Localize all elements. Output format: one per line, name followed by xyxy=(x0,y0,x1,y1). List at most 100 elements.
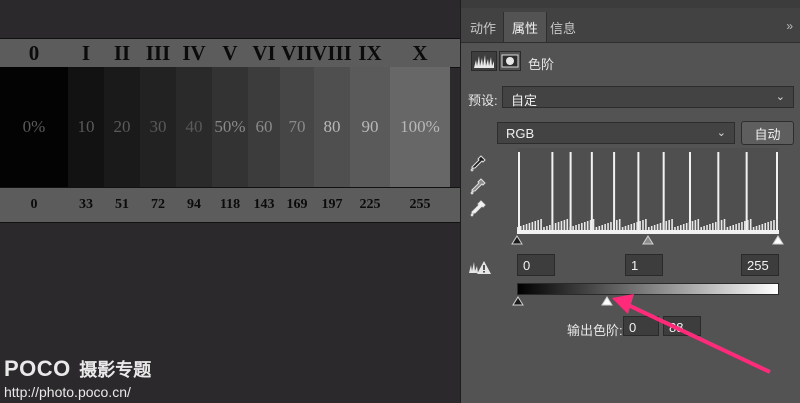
histogram-noise xyxy=(700,227,702,230)
roman-label-text: VIII xyxy=(312,40,352,65)
histogram-noise xyxy=(659,223,662,230)
white-point-eyedropper-icon[interactable] xyxy=(470,200,486,218)
value-label-text: 0 xyxy=(30,197,38,212)
histogram-noise xyxy=(630,224,633,230)
value-label-text: 94 xyxy=(187,197,201,212)
histogram-spike xyxy=(776,152,778,230)
value-label-text: 169 xyxy=(286,197,308,212)
roman-label: 0 xyxy=(0,39,68,67)
histogram-noise xyxy=(592,219,595,230)
histogram-noise xyxy=(674,227,676,230)
histogram-noise xyxy=(569,227,571,230)
tab-info[interactable]: 信息 xyxy=(550,18,576,37)
histogram-noise xyxy=(528,223,531,230)
histogram-noise xyxy=(578,224,580,230)
input-black-slider[interactable] xyxy=(511,235,523,245)
histogram-noise xyxy=(723,219,726,230)
roman-label-text: IV xyxy=(182,40,206,65)
panel-title-bar xyxy=(461,0,800,8)
histogram-spike xyxy=(662,152,665,230)
percent-label: 20 xyxy=(113,117,131,136)
percent-label: 0% xyxy=(22,117,46,136)
histogram-noise xyxy=(697,219,700,230)
histogram xyxy=(517,148,779,234)
preset-dropdown[interactable]: 自定 ⌄ xyxy=(502,86,794,108)
collapse-panel-button[interactable]: » xyxy=(786,19,793,33)
histogram-noise xyxy=(656,224,659,230)
input-gamma-slider[interactable] xyxy=(642,235,654,245)
roman-label: VI xyxy=(248,39,280,67)
channel-dropdown[interactable]: RGB ⌄ xyxy=(497,122,735,144)
histogram-noise xyxy=(607,223,609,230)
histogram-spike xyxy=(717,152,720,230)
auto-button[interactable]: 自动 xyxy=(741,121,794,145)
histogram-noise xyxy=(598,226,601,230)
histogram-noise xyxy=(519,226,522,230)
histogram-noise xyxy=(586,221,589,230)
black-point-eyedropper-icon[interactable] xyxy=(470,155,486,173)
histogram-noise xyxy=(540,219,542,230)
value-label-text: 143 xyxy=(253,197,275,212)
watermark-title: 摄影专题 xyxy=(79,360,152,380)
histogram-noise xyxy=(738,223,740,230)
histogram-spike xyxy=(688,152,691,230)
histogram-noise xyxy=(595,227,598,230)
input-white-field[interactable]: 255 xyxy=(741,254,779,276)
histogram-noise xyxy=(572,226,574,230)
histogram-noise xyxy=(691,221,694,230)
histogram-noise xyxy=(706,225,708,230)
value-label-text: 225 xyxy=(359,197,381,212)
mask-icon[interactable] xyxy=(499,51,521,71)
input-white-slider[interactable] xyxy=(772,235,784,245)
histogram-spike xyxy=(518,152,520,230)
value-label: 94 xyxy=(176,188,212,222)
histogram-noise xyxy=(589,220,592,230)
percent-label: 40 xyxy=(185,117,203,136)
value-label: 51 xyxy=(104,188,140,222)
value-label: 255 xyxy=(390,188,450,222)
histogram-noise xyxy=(525,224,528,230)
levels-icon[interactable] xyxy=(471,51,497,71)
value-label-text: 118 xyxy=(219,197,241,212)
roman-label-text: II xyxy=(113,40,131,65)
watermark: POCO 摄影专题 http://photo.poco.cn/ xyxy=(4,356,151,400)
histogram-noise xyxy=(668,220,670,230)
histogram-noise xyxy=(712,223,714,230)
tab-properties[interactable]: 属性 xyxy=(503,12,548,42)
roman-label-text: IX xyxy=(358,40,382,65)
histogram-noise xyxy=(726,227,729,230)
histogram-noise xyxy=(720,220,723,230)
histogram-noise xyxy=(621,227,624,230)
gray-point-eyedropper-icon[interactable] xyxy=(470,178,486,196)
roman-label-text: VI xyxy=(252,40,276,65)
roman-label: IX xyxy=(350,39,390,67)
gray-swatch: 60 xyxy=(248,67,280,187)
histogram-noise xyxy=(633,223,636,230)
value-label: 225 xyxy=(350,188,390,222)
histogram-noise xyxy=(624,226,627,230)
percent-label: 80 xyxy=(323,117,341,136)
input-gamma-field[interactable]: 1 xyxy=(625,254,663,276)
roman-label-text: III xyxy=(145,40,171,65)
output-black-slider[interactable] xyxy=(512,296,524,306)
histogram-noise xyxy=(746,220,749,230)
gray-swatch: 70 xyxy=(280,67,314,187)
gray-swatch: 20 xyxy=(104,67,140,187)
histogram-noise xyxy=(546,226,548,230)
roman-label: I xyxy=(68,39,104,67)
clipping-warning-icon[interactable] xyxy=(468,259,492,275)
histogram-noise xyxy=(554,223,557,230)
histogram-noise xyxy=(680,225,682,230)
input-black-field[interactable]: 0 xyxy=(517,254,555,276)
preset-label: 预设: xyxy=(468,93,498,108)
gray-swatch: 0% xyxy=(0,67,68,187)
value-label-text: 197 xyxy=(321,197,343,212)
tab-actions[interactable]: 动作 xyxy=(470,18,496,37)
preset-value: 自定 xyxy=(511,93,538,108)
histogram-noise xyxy=(601,225,604,230)
roman-label-text: V xyxy=(222,40,238,65)
histogram-noise xyxy=(677,226,679,230)
percent-label: 10 xyxy=(77,117,95,136)
histogram-noise xyxy=(566,219,569,230)
roman-label: VIII xyxy=(312,39,352,67)
